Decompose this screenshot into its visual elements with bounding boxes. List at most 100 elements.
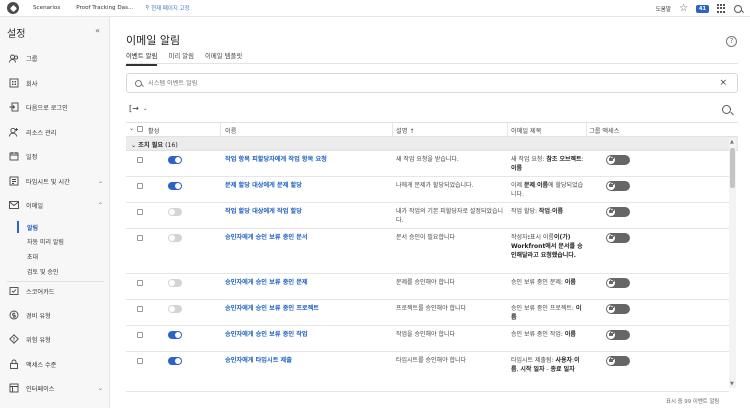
notification-name-link[interactable]: 승인자에게 승인 보류 중인 프로젝트 xyxy=(225,304,390,313)
sidebar-item-label: 위험 유형 xyxy=(26,336,51,344)
sort-chevron-icon[interactable]: ⌄ xyxy=(129,125,134,132)
notification-name-link[interactable]: 작업 할당 대상에게 작업 할당 xyxy=(225,207,390,216)
email-subject-part: 이름 xyxy=(564,279,576,286)
column-header-description[interactable]: 설명 ↑ xyxy=(396,126,415,135)
row-checkbox[interactable] xyxy=(137,358,143,364)
app-grid-icon[interactable] xyxy=(717,4,726,13)
sidebar-item-login-as[interactable]: 다음으로 로그인 xyxy=(0,99,109,115)
table-row[interactable]: 승인자에게 승인 보류 중인 프로젝트 프로젝트를 승인해야 합니다 승인 보류 중… xyxy=(126,300,729,326)
scroll-thumb[interactable] xyxy=(730,148,735,188)
login-icon xyxy=(9,102,19,112)
sidebar-item-label: 타임시트 및 시간 xyxy=(26,178,70,186)
group-access-toggle[interactable] xyxy=(606,330,630,340)
help-link[interactable]: 도움말 xyxy=(656,5,671,13)
notification-description: 문제를 승인해야 합니다 xyxy=(396,279,456,286)
scroll-up-icon[interactable]: ▲ xyxy=(730,139,734,145)
sidebar-item-email[interactable]: 이메일 ⌃ xyxy=(0,197,109,213)
sidebar-item-access-levels[interactable]: 액세스 수준 xyxy=(0,356,109,372)
sidebar-item-interface[interactable]: 인터페이스 ⌄ xyxy=(0,380,109,396)
active-toggle[interactable] xyxy=(168,156,182,164)
group-access-toggle[interactable] xyxy=(606,356,630,366)
column-header-email-subject[interactable]: 이메일 제목 xyxy=(511,126,541,135)
chevron-down-icon[interactable]: ⌄ xyxy=(98,385,103,392)
sidebar-item-label: 경비 유형 xyxy=(26,312,51,320)
group-row-action-required[interactable]: ⌄ 조치 필요 (16) xyxy=(126,137,738,151)
sidebar-item-risk-types[interactable]: 위험 유형 xyxy=(0,331,109,347)
sidebar-item-resource-management[interactable]: 리소스 관리 xyxy=(0,124,109,140)
active-toggle[interactable] xyxy=(168,234,182,242)
row-checkbox[interactable] xyxy=(137,280,143,286)
table-row[interactable]: 승인자에게 승인 보류 중인 문제 문제를 승인해야 합니다 승인 보류 중인 문제… xyxy=(126,274,729,300)
notification-name-link[interactable]: 승인자에게 승인 보류 중인 작업 xyxy=(225,330,390,339)
row-checkbox[interactable] xyxy=(137,209,143,215)
sidebar-item-company[interactable]: 회사 xyxy=(0,75,109,91)
settings-sidebar: 설정 « 그룹 회사 다음으로 로그인 리소스 관리 일정 타임시트 및 시간 … xyxy=(0,17,110,408)
group-access-toggle[interactable] xyxy=(606,155,630,165)
sidebar-subitem-review-approval[interactable]: 검토 및 승인 xyxy=(27,267,58,276)
notification-name-link[interactable]: 승인자에게 타임시트 제출 xyxy=(225,356,390,365)
sidebar-subitem-invitations[interactable]: 초대 xyxy=(27,252,38,261)
scroll-down-icon[interactable]: ▼ xyxy=(730,381,734,387)
global-search-icon[interactable] xyxy=(734,4,742,13)
table-row[interactable]: 작업 할당 대상에게 작업 할당 내가 작업의 기본 피할당자로 설정되었습니다.… xyxy=(126,203,729,229)
column-header-active[interactable]: 활성 xyxy=(148,126,159,135)
table-row[interactable]: 승인자에게 승인 보류 중인 작업 작업을 승인해야 합니다 승인 보류 중인 작업… xyxy=(126,326,729,352)
row-checkbox[interactable] xyxy=(137,157,143,163)
email-subject: 작성자:표시 이름이(가) Workfront에서 문서를 승인해달라고 요청했… xyxy=(511,233,585,260)
group-access-toggle[interactable] xyxy=(606,181,630,191)
notification-name-link[interactable]: 작업 항목 피할당자에게 작업 항목 요청 xyxy=(225,155,390,164)
lock-icon xyxy=(609,356,614,362)
notification-badge[interactable]: 41 xyxy=(696,4,709,13)
active-indicator xyxy=(17,221,19,233)
sidebar-item-scorecards[interactable]: 스코어카드 xyxy=(0,283,109,299)
notification-name-link[interactable]: 승인자에게 승인 보류 중인 문서 xyxy=(225,233,390,242)
help-icon[interactable]: ? xyxy=(726,36,737,47)
column-header-group-access[interactable]: 그룹 액세스 xyxy=(589,126,619,135)
table-search-icon[interactable] xyxy=(722,105,731,114)
pin-page-button[interactable]: ⚲ 현재 페이지 고정 xyxy=(145,4,189,12)
email-subject-part: 이제 xyxy=(511,182,524,189)
row-checkbox[interactable] xyxy=(137,183,143,189)
row-checkbox[interactable] xyxy=(137,306,143,312)
active-toggle[interactable] xyxy=(168,208,182,216)
chevron-up-icon[interactable]: ⌃ xyxy=(98,202,103,209)
group-access-toggle[interactable] xyxy=(606,304,630,314)
active-toggle[interactable] xyxy=(168,331,182,339)
table-row[interactable]: 승인자에게 타임시트 제출 타임시트를 승인해야 합니다 타임시트 제출됨: 사용자… xyxy=(126,352,729,392)
table-row[interactable]: 승인자에게 승인 보류 중인 문서 문서 승인이 필요합니다 작성자:표시 이름이(… xyxy=(126,229,729,274)
star-icon[interactable]: ☆ xyxy=(679,3,688,14)
top-bar: Scenarios Proof Tracking Das... ⚲ 현재 페이지 … xyxy=(0,0,750,17)
row-checkbox[interactable] xyxy=(137,235,143,241)
email-subject-part: 작업 할당: xyxy=(511,208,539,215)
workfront-logo[interactable] xyxy=(7,2,19,14)
select-all-checkbox[interactable] xyxy=(137,126,143,132)
sidebar-item-groups[interactable]: 그룹 xyxy=(0,50,109,66)
chevron-down-icon[interactable]: ⌄ xyxy=(98,178,103,185)
table-row[interactable]: 작업 항목 피할당자에게 작업 항목 요청 새 작업 요청을 받습니다. 새 작업 … xyxy=(126,151,729,177)
active-toggle[interactable] xyxy=(168,357,182,365)
notification-name-link[interactable]: 승인자에게 승인 보류 중인 문제 xyxy=(225,278,390,287)
active-toggle[interactable] xyxy=(168,279,182,287)
group-access-toggle[interactable] xyxy=(606,207,630,217)
table-scrollbar[interactable]: ▲ ▼ xyxy=(729,138,736,388)
top-tab-proof-tracking[interactable]: Proof Tracking Das... xyxy=(76,5,133,11)
active-toggle[interactable] xyxy=(168,305,182,313)
sidebar-subitem-auto-reminders[interactable]: 자동 미리 알림 xyxy=(27,237,64,246)
sidebar-item-timesheets[interactable]: 타임시트 및 시간 ⌄ xyxy=(0,173,109,189)
group-access-toggle[interactable] xyxy=(606,278,630,288)
notification-name-link[interactable]: 문제 할당 대상에게 문제 할당 xyxy=(225,181,390,190)
table-row[interactable]: 문제 할당 대상에게 문제 할당 나에게 문제가 할당되었습니다. 이제 문제:이름… xyxy=(126,177,729,203)
clear-search-icon[interactable]: × xyxy=(719,78,727,88)
column-header-name[interactable]: 이름 xyxy=(225,126,236,135)
top-tab-scenarios[interactable]: Scenarios xyxy=(33,5,60,11)
search-input[interactable] xyxy=(148,79,708,87)
sidebar-item-expense-types[interactable]: 경비 유형 xyxy=(0,307,109,323)
collapse-sidebar-icon[interactable]: « xyxy=(95,26,100,35)
sidebar-subitem-notifications[interactable]: 알림 xyxy=(27,223,38,232)
active-toggle[interactable] xyxy=(168,182,182,190)
sidebar-item-schedules[interactable]: 일정 xyxy=(0,148,109,164)
export-button[interactable]: [→ ⌄ xyxy=(129,104,148,113)
row-checkbox[interactable] xyxy=(137,332,143,338)
group-access-toggle[interactable] xyxy=(606,233,630,243)
email-subject-part: 이름 xyxy=(552,208,564,215)
